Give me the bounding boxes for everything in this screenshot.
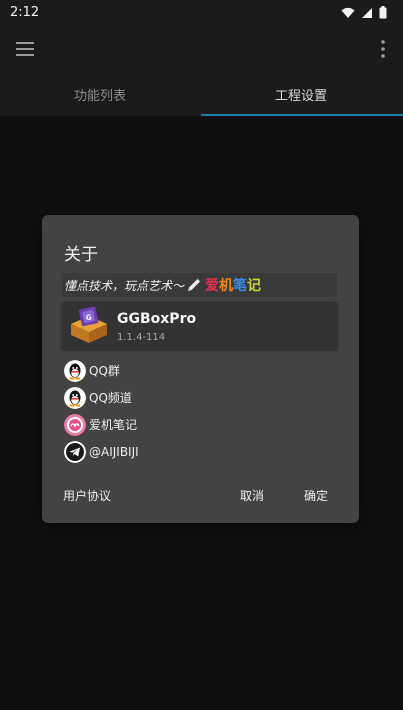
app-version: 1.1.4-114 (117, 332, 166, 343)
tab-project-settings[interactable]: 工程设置 (201, 72, 401, 116)
user-agreement-button[interactable]: 用户协议 (63, 487, 111, 504)
ggbox-logo-icon: G (71, 306, 107, 343)
telegram-icon (64, 440, 86, 463)
pencil-icon (188, 279, 201, 291)
app-name: GGBoxPro (117, 311, 197, 327)
hamburger-menu-icon[interactable] (16, 42, 34, 56)
brand-char: 机 (219, 278, 234, 294)
link-label: 爱机笔记 (89, 418, 138, 432)
signal-icon (362, 7, 372, 18)
dialog-title: 关于 (64, 245, 98, 265)
wifi-icon (341, 7, 355, 18)
link-list: QQ群 QQ频道 爱机笔记 @AIJIBIJI (64, 357, 139, 465)
link-item-qq-group[interactable]: QQ群 (64, 357, 139, 384)
brand-char: 笔 (233, 278, 248, 294)
cancel-button[interactable]: 取消 (240, 487, 264, 504)
link-label: @AIJIBIJI (89, 444, 139, 459)
link-label: QQ群 (89, 364, 120, 378)
link-item-telegram[interactable]: @AIJIBIJI (64, 438, 139, 465)
link-label: QQ频道 (89, 391, 132, 405)
brand-char: 爱 (205, 278, 220, 294)
link-item-qq-channel[interactable]: QQ频道 (64, 384, 139, 411)
qq-icon (64, 359, 86, 382)
ok-button[interactable]: 确定 (304, 487, 328, 504)
status-bar: 2:12 (0, 0, 403, 28)
more-options-icon[interactable] (381, 40, 385, 58)
aijibiji-icon (64, 413, 86, 436)
app-toolbar (0, 28, 403, 72)
brand-char: 记 (247, 278, 262, 294)
about-dialog: 关于 懂点技术，玩点艺术～ 爱机笔记 G GGBoxPro 1.1.4-114 (42, 215, 359, 523)
tab-function-list[interactable]: 功能列表 (0, 72, 200, 116)
tab-active-indicator (201, 114, 403, 116)
qq-icon (64, 386, 86, 409)
link-item-aijibiji[interactable]: 爱机笔记 (64, 411, 139, 438)
battery-icon (379, 6, 387, 19)
brand-text: 爱机笔记 (205, 275, 261, 295)
status-icons (341, 6, 387, 19)
status-time: 2:12 (10, 5, 40, 20)
slogan-banner: 懂点技术，玩点艺术～ 爱机笔记 (62, 273, 337, 297)
app-info-card: G GGBoxPro 1.1.4-114 (62, 302, 337, 349)
tab-bar: 功能列表 工程设置 (0, 72, 403, 116)
slogan-text: 懂点技术，玩点艺术～ (64, 278, 185, 293)
